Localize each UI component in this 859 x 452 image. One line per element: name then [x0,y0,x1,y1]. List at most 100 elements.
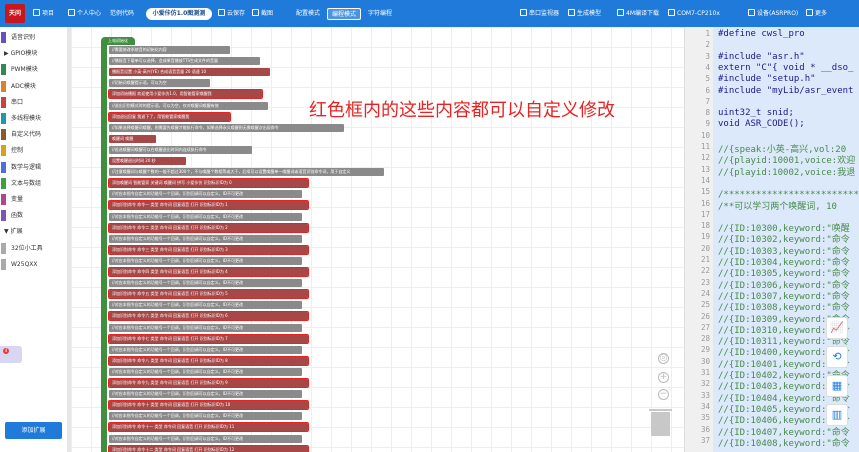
screenshot-button[interactable]: 截图 [252,9,273,19]
comment-block[interactable]: //对应本指令自定义的功能号一个回调，识别回调可以自定义，ID不可更改 [109,412,302,421]
command-block[interactable]: 添加识别命令 命令七 类型 命令词 回复语音 打开 识别标识ID为 7 [108,333,309,344]
comment-block[interactable]: //对应本指令自定义的功能号一个回调，识别回调可以自定义，ID不可更改 [109,256,302,265]
share-icon[interactable]: ⟲ [826,346,848,368]
comment-block[interactable]: //播报音下载单可以选择，会成果音播放TTS生成文件的音量 [109,57,260,66]
command-block[interactable]: 添加识别命令 命令八 类型 命令词 回复语音 打开 识别标识ID为 8 [108,355,309,366]
comment-block[interactable]: //初始词唤醒提示语，可以为空 [109,79,210,88]
comment-block[interactable]: //对应本指令自定义的功能号一个回调，识别回调可以自定义，ID不可更改 [109,212,302,221]
device-settings-button[interactable]: 设备(ASRPRO) [748,9,798,19]
comment-block[interactable]: //需要修改系统音的初始化内容 [109,46,230,54]
sidebar-category[interactable]: 多线程模块 [0,111,67,126]
code-line[interactable]: /**可以学习两个唤醒词, 10 [718,199,837,212]
zoom-in-icon[interactable]: + [658,372,669,383]
zoom-out-icon[interactable]: − [658,389,669,400]
code-line[interactable]: #include "setup.h" [718,74,816,84]
command-block[interactable]: 添加识别命令 命令十二 类型 命令词 回复语音 打开 识别标识ID为 12 [108,444,309,452]
program-mode-tab[interactable]: 编程模式 [327,8,361,20]
comment-block[interactable]: //对应本指令自定义的功能号一个回调，识别回调可以自定义，ID不可更改 [109,345,302,354]
command-block[interactable]: 设置唤醒退出时间 20 秒 [109,157,186,165]
cloud-save-button[interactable]: 云保存 [218,9,245,19]
sidebar-category[interactable]: 32位小工具 [0,241,67,256]
sidebar-category[interactable]: 函数 [0,208,67,223]
comment-block[interactable]: //对应本指令自定义的功能号一个回调，识别回调可以自定义，ID不可更改 [109,323,302,332]
comment-block[interactable]: //对应本指令自定义的功能号一个回调，识别回调可以自定义，ID不可更改 [109,434,302,443]
code-line[interactable]: //{ID:10408,keyword:"命令 [718,436,850,449]
command-block[interactable]: 唤醒词 唤醒 [109,134,156,143]
sidebar-category[interactable]: 语音识别 [0,30,67,45]
recenter-icon[interactable]: ◎ [658,353,669,364]
sidebar-category[interactable]: 控制 [0,143,67,158]
sidebar-category[interactable]: 变量 [0,192,67,207]
line-number: 2 [705,40,710,50]
port-select[interactable]: COM7-CP210x [668,9,720,19]
line-number: 14 [700,175,710,185]
command-block[interactable]: 添加识别命令 命令六 类型 命令词 回复语音 打开 识别标识ID为 6 [108,311,309,322]
code-line[interactable]: #define cwsl_pro [718,29,805,39]
project-name-field[interactable]: 小爱佧仿1.0图测测 [146,8,212,20]
command-block[interactable]: 添加识别命令 命令九 类型 命令词 回复语音 打开 识别标识ID为 9 [108,378,309,388]
code-line[interactable]: #include "asr.h" [718,52,805,62]
sidebar-category[interactable]: 数学与逻辑 [0,160,67,175]
comment-block[interactable]: //对应本指令自定义的功能号一个回调，识别回调可以自定义，ID不可更改 [109,234,302,243]
example-code-menu[interactable]: 范例代码 [110,9,134,19]
sidebar-category[interactable]: ▶ GPIO模块 [0,46,67,61]
compile-download-button[interactable]: 4M编译下载 [617,9,659,19]
serial-monitor-button[interactable]: 串口监视器 [520,9,559,19]
comment-block[interactable]: //对应本指令自定义的功能号一个回调，识别回调可以自定义，ID不可更改 [109,190,302,199]
line-number: 30 [700,356,710,366]
comment-block[interactable]: //对应本指令自定义的功能号一个回调，识别回调可以自定义，ID不可更改 [109,301,302,310]
comment-block[interactable]: //若选唤醒词唤醒可以在唤醒退出时间内连续执行命令 [109,145,252,154]
comment-block[interactable]: //对应本指令自定义的功能号一个回调，识别回调可以自定义，ID不可更改 [109,279,302,288]
command-block[interactable]: 添加唤醒词 智能管家 关键词 唤醒词 拼写 小爱佧仿 识别标识ID为 0 [108,178,309,189]
user-center-menu[interactable]: 个人中心 [68,9,101,19]
config-mode-tab[interactable]: 配置模式 [292,8,324,20]
compile-download-label: 4M编译下载 [626,10,659,17]
add-extension-button[interactable]: 添加扩展 [5,422,62,439]
sidebar-category-label: GPIO模块 [10,50,38,58]
category-color-swatch [1,242,6,254]
code-line[interactable]: //{playid:10002,voice:我退 [718,165,855,178]
comment-block[interactable]: //如果选择唤醒词唤醒，则需要先唤醒才能执行命令，如果选择永久唤醒则无需唤醒次出… [109,123,344,132]
line-number: 29 [700,345,710,355]
code-line[interactable]: extern "C"{ void * __dso_ [718,63,853,73]
sidebar-category[interactable]: 串口 [0,95,67,110]
sidebar-category[interactable]: ▼ 扩展 [0,224,67,239]
trash-icon[interactable] [649,409,672,436]
command-block[interactable]: 添加初始播报 欢迎使用小爱佧仿1.0，用智能管家唤醒我 [108,89,263,100]
grid-icon[interactable]: ▥ [826,404,848,426]
command-block[interactable]: 添加识别命令 命令三 类型 命令词 回复语音 打开 识别标识ID为 3 [108,244,309,255]
command-block[interactable]: 添加识别命令 命令十一 类型 命令词 回复语音 打开 识别标识ID为 11 [108,422,309,433]
generate-model-button[interactable]: 生成模型 [568,9,601,19]
line-number: 1 [705,29,710,38]
sidebar-category[interactable]: W25QXX [0,257,67,272]
sidebar-category[interactable]: 自定义代码 [0,127,67,142]
comment-block[interactable]: //对应本指令自定义的功能号一个回调，识别回调可以自定义，ID不可更改 [109,390,302,399]
comment-block[interactable]: //退出识别模式时的提示语，可以为空，仅对唤醒词唤醒有效 [109,101,268,110]
image-icon [252,9,259,16]
char-program-tab[interactable]: 字符编程 [364,8,396,20]
sidebar-category[interactable]: ADC模块 [0,79,67,94]
comment-block[interactable]: //注意唤醒词与唤醒个数的一般不超过300个，不与唤醒个数相等或大于，后续可以设… [109,168,384,177]
command-block[interactable]: 添加识别命令 命令十 类型 命令词 回复语音 打开 识别标识ID为 10 [108,400,309,411]
command-block[interactable]: 播报音设置 小英-高兴(YE) 合成语音音量 20 语速 10 [109,68,270,77]
sidebar-category[interactable]: 文本与数组 [0,176,67,191]
command-block[interactable]: 添加退出回复 我退下了，用智能管家唤醒我 [108,111,231,122]
code-line[interactable]: uint32_t snid; [718,108,794,118]
command-block[interactable]: 添加识别命令 命令一 类型 命令词 回复语音 打开 识别标识ID为 1 [108,200,309,211]
sidebar-category[interactable]: PWM模块 [0,62,67,77]
block-workspace[interactable]: 上电初始化 红色框内的这些内容都可以自定义修改 ◎ + − //需要修改系统音的… [71,27,684,452]
chart-icon[interactable]: 📈 [826,317,848,339]
qr-code-icon[interactable]: ▦ [826,375,848,397]
command-block[interactable]: 添加识别命令 命令四 类型 命令词 回复语音 打开 识别标识ID为 4 [108,267,309,277]
category-color-swatch [1,258,6,270]
command-block[interactable]: 添加识别命令 命令五 类型 命令词 回复语音 打开 识别标识ID为 5 [108,289,309,300]
top-toolbar: 天问 项目 个人中心 范例代码 小爱佧仿1.0图测测 云保存 截图 配置模式 编… [0,0,859,27]
more-button[interactable]: 更多 [806,9,827,19]
notification-tab[interactable]: 4 [0,346,22,363]
project-menu[interactable]: 项目 [33,9,54,19]
line-number: 20 [700,243,710,253]
code-line[interactable]: void ASR_CODE(); [718,119,805,129]
comment-block[interactable]: //对应本指令自定义的功能号一个回调，识别回调可以自定义，ID不可更改 [109,367,302,376]
command-block[interactable]: 添加识别命令 命令二 类型 命令词 回复语音 打开 识别标识ID为 2 [108,222,309,233]
code-line[interactable]: #include "myLib/asr_event [718,86,853,96]
